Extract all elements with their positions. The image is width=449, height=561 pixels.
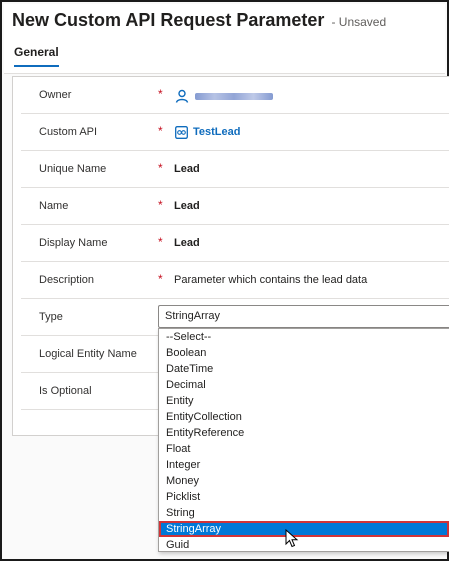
dropdown-option[interactable]: DateTime [159, 361, 449, 377]
name-input[interactable]: Lead [174, 188, 200, 225]
unique-name-input[interactable]: Lead [174, 151, 200, 188]
dropdown-option[interactable]: Integer [159, 457, 449, 473]
field-label: Owner [39, 89, 72, 101]
mouse-pointer-icon [285, 529, 299, 548]
type-dropdown-list: --Select-- Boolean DateTime Decimal Enti… [158, 328, 449, 552]
dropdown-option[interactable]: Guid [159, 537, 449, 553]
type-select[interactable]: StringArray [158, 305, 449, 328]
field-label: Name [39, 200, 69, 212]
dropdown-option[interactable]: Decimal [159, 377, 449, 393]
field-name: Name * Lead [21, 188, 449, 225]
field-label: Is Optional [39, 385, 92, 397]
dropdown-option[interactable]: EntityReference [159, 425, 449, 441]
dropdown-option[interactable]: Picklist [159, 489, 449, 505]
form-header: New Custom API Request Parameter - Unsav… [4, 4, 445, 74]
field-label: Description [39, 274, 95, 286]
field-unique-name: Unique Name * Lead [21, 151, 449, 188]
field-label: Type [39, 311, 63, 323]
description-input[interactable]: Parameter which contains the lead data [174, 262, 367, 299]
field-label: Unique Name [39, 163, 107, 175]
user-icon [175, 89, 189, 103]
required-marker: * [158, 235, 163, 249]
dropdown-option-selected[interactable]: StringArray [159, 521, 449, 537]
field-description: Description * Parameter which contains t… [21, 262, 449, 299]
field-label: Logical Entity Name [39, 348, 137, 360]
dropdown-option[interactable]: String [159, 505, 449, 521]
custom-api-link[interactable]: TestLead [193, 114, 240, 151]
dropdown-option[interactable]: Money [159, 473, 449, 489]
field-display-name: Display Name * Lead [21, 225, 449, 262]
display-name-input[interactable]: Lead [174, 225, 200, 262]
required-marker: * [158, 272, 163, 286]
required-marker: * [158, 198, 163, 212]
save-status: - Unsaved [331, 15, 387, 29]
required-marker: * [158, 161, 163, 175]
dropdown-option[interactable]: --Select-- [159, 329, 449, 345]
required-marker: * [158, 124, 163, 138]
page-title: New Custom API Request Parameter - Unsav… [12, 10, 386, 31]
field-owner: Owner * [21, 77, 449, 114]
owner-name-redacted[interactable] [195, 93, 273, 100]
form-title: New Custom API Request Parameter [12, 10, 325, 30]
entity-link-icon [175, 126, 188, 139]
tab-general[interactable]: General [14, 45, 59, 67]
field-custom-api: Custom API * TestLead [21, 114, 449, 151]
dropdown-option[interactable]: Float [159, 441, 449, 457]
dropdown-option[interactable]: EntityCollection [159, 409, 449, 425]
dropdown-option[interactable]: Boolean [159, 345, 449, 361]
required-marker: * [158, 87, 163, 101]
field-label: Custom API [39, 126, 98, 138]
dropdown-option[interactable]: Entity [159, 393, 449, 409]
field-label: Display Name [39, 237, 108, 249]
